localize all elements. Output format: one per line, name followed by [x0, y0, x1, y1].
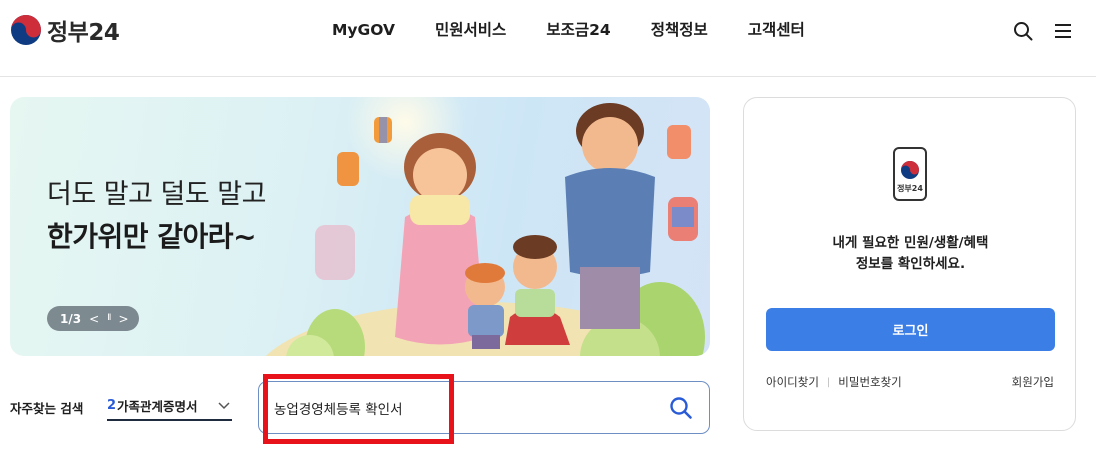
search-bar: [258, 381, 710, 434]
account-links: 아이디찾기 | 비밀번호찾기: [766, 374, 902, 390]
government-emblem-icon: [901, 161, 919, 179]
chevron-down-icon: [218, 402, 230, 410]
find-id-link[interactable]: 아이디찾기: [766, 374, 819, 390]
frequent-search-label: 자주찾는 검색: [10, 401, 84, 416]
login-message-line2: 정보를 확인하세요.: [855, 256, 966, 272]
nav-customer-center[interactable]: 고객센터: [728, 18, 825, 42]
frequent-search-term: 가족관계증명서: [117, 399, 198, 414]
frequent-search-rank: 2: [107, 398, 117, 413]
government-emblem-icon: [11, 15, 41, 45]
frequent-search-dropdown[interactable]: 2 가족관계증명서: [107, 392, 232, 421]
header-utilities: [1012, 20, 1074, 42]
find-password-link[interactable]: 비밀번호찾기: [838, 374, 901, 390]
link-divider: |: [826, 376, 831, 388]
main-navigation: MyGOV 민원서비스 보조금24 정책정보 고객센터: [312, 18, 825, 42]
slide-counter: 1/3: [60, 311, 82, 326]
search-submit-icon[interactable]: [669, 396, 693, 420]
slide-controls: 1/3 < II >: [47, 306, 139, 331]
site-header: 정부24 MyGOV 민원서비스 보조금24 정책정보 고객센터: [0, 0, 1096, 77]
nav-subsidy24[interactable]: 보조금24: [526, 18, 630, 42]
next-slide-button[interactable]: >: [118, 313, 128, 325]
search-icon[interactable]: [1012, 20, 1034, 42]
login-message: 내게 필요한 민원/생활/혜택 정보를 확인하세요.: [744, 233, 1077, 275]
banner-headline-line1: 더도 말고 덜도 말고: [47, 179, 266, 210]
login-message-line1: 내게 필요한 민원/생활/혜택: [832, 235, 989, 251]
prev-slide-button[interactable]: <: [89, 313, 99, 325]
menu-icon[interactable]: [1052, 20, 1074, 42]
login-card: 정부24 내게 필요한 민원/생활/혜택 정보를 확인하세요. 로그인 아이디찾…: [743, 97, 1076, 431]
banner-headline-line2: 한가위만 같아라~: [47, 220, 257, 253]
login-button[interactable]: 로그인: [766, 308, 1055, 351]
logo-text: 정부24: [47, 20, 120, 46]
logo[interactable]: 정부24: [10, 13, 120, 47]
phone-label: 정부24: [897, 184, 923, 193]
hero-banner[interactable]: 더도 말고 덜도 말고 한가위만 같아라~ 1/3 < II >: [10, 97, 710, 356]
search-input[interactable]: [274, 392, 654, 424]
pause-button[interactable]: II: [107, 314, 111, 323]
nav-policy-info[interactable]: 정책정보: [631, 18, 728, 42]
nav-civil-services[interactable]: 민원서비스: [415, 18, 526, 42]
mobile-phone-icon: 정부24: [893, 147, 927, 201]
sign-up-link[interactable]: 회원가입: [1012, 374, 1054, 390]
nav-mygov[interactable]: MyGOV: [312, 18, 415, 42]
